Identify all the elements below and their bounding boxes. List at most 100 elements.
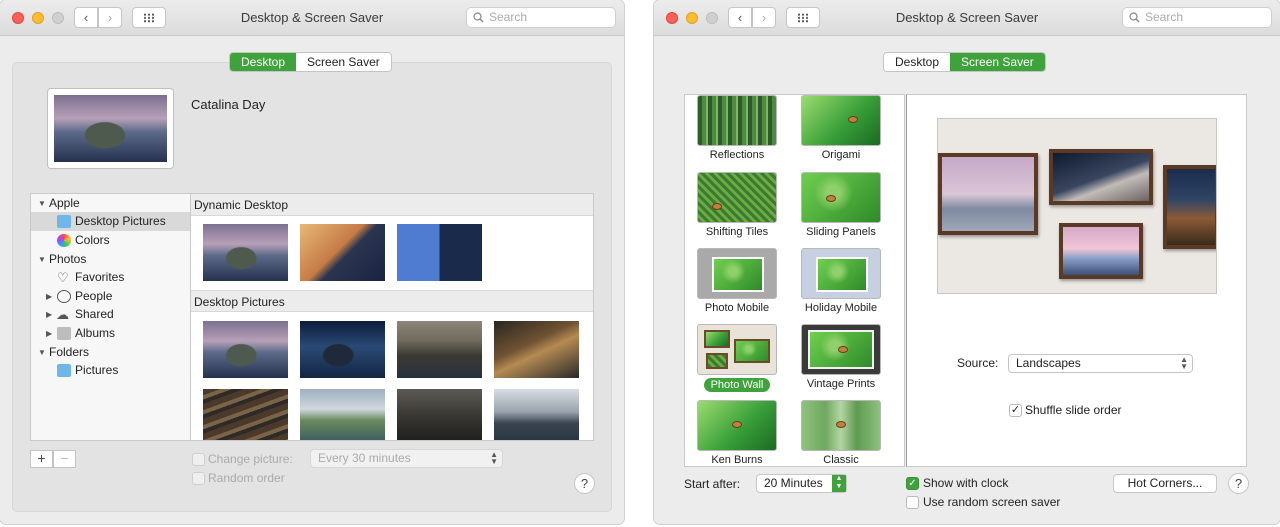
screen-saver-label: Sliding Panels bbox=[806, 226, 876, 238]
section-header: Desktop Pictures bbox=[191, 290, 593, 312]
help-button[interactable]: ? bbox=[1228, 473, 1249, 494]
screen-saver-thumbnail bbox=[697, 95, 777, 146]
start-after-popup[interactable]: 20 Minutes ▲ ▼ bbox=[756, 474, 847, 493]
screen-saver-origami[interactable]: Origami bbox=[800, 95, 882, 165]
up-down-arrows-icon: ▲ ▼ bbox=[1180, 355, 1188, 371]
random-order-checkbox[interactable] bbox=[192, 472, 205, 485]
wallpaper-thumbnail[interactable] bbox=[397, 224, 482, 281]
wallpaper-thumbnail[interactable] bbox=[494, 321, 579, 378]
screen-saver-ken-burns[interactable]: Ken Burns bbox=[696, 400, 778, 466]
sidebar-item-colors[interactable]: Colors bbox=[31, 231, 190, 250]
screen-saver-thumbnail bbox=[697, 248, 777, 299]
wallpaper-thumbnail[interactable] bbox=[300, 389, 385, 440]
screen-saver-label: Photo Wall bbox=[703, 378, 771, 392]
wallpaper-thumbnail[interactable] bbox=[494, 389, 579, 440]
screen-saver-classic[interactable]: Classic bbox=[800, 400, 882, 466]
wallpaper-thumbnail[interactable] bbox=[203, 389, 288, 440]
sidebar-item-label: Colors bbox=[75, 233, 110, 247]
search-input[interactable]: Search bbox=[1122, 7, 1272, 28]
wallpaper-thumbnail[interactable] bbox=[300, 321, 385, 378]
screen-saver-thumbnail bbox=[801, 172, 881, 223]
change-picture-checkbox[interactable] bbox=[192, 453, 205, 466]
source-popup[interactable]: Landscapes ▲ ▼ bbox=[1008, 354, 1193, 373]
remove-folder-button[interactable]: − bbox=[53, 450, 76, 468]
show-clock-checkbox[interactable]: ✓ bbox=[906, 477, 919, 490]
search-icon bbox=[473, 12, 484, 23]
screen-saver-photo-wall[interactable]: Photo Wall bbox=[696, 324, 778, 394]
wallpaper-thumbnail[interactable] bbox=[203, 224, 288, 281]
interval-popup[interactable]: Every 30 minutes ▲ ▼ bbox=[310, 449, 503, 468]
disclosure-right-icon[interactable]: ▶ bbox=[46, 324, 52, 343]
sidebar-item-label: Shared bbox=[75, 307, 114, 321]
sidebar-item-favorites[interactable]: ♡ Favorites bbox=[31, 268, 190, 287]
help-button[interactable]: ? bbox=[574, 473, 595, 494]
ladybug-icon bbox=[848, 116, 858, 123]
search-icon bbox=[1129, 12, 1140, 23]
screen-saver-reflections[interactable]: Reflections bbox=[696, 95, 778, 165]
desktop-preferences-window: ‹ › Desktop & Screen Saver Search Deskto… bbox=[0, 0, 624, 524]
disclosure-right-icon[interactable]: ▶ bbox=[46, 287, 52, 306]
screen-saver-holiday-mobile[interactable]: Holiday Mobile bbox=[800, 248, 882, 318]
section-header: Dynamic Desktop bbox=[191, 194, 593, 216]
screen-saver-vintage-prints[interactable]: Vintage Prints bbox=[800, 324, 882, 394]
add-folder-button[interactable]: + bbox=[30, 450, 53, 468]
disclosure-down-icon[interactable]: ▼ bbox=[38, 343, 46, 362]
screen-saver-shifting-tiles[interactable]: Shifting Tiles bbox=[696, 172, 778, 242]
search-input[interactable]: Search bbox=[466, 7, 616, 28]
hot-corners-button[interactable]: Hot Corners... bbox=[1113, 474, 1217, 493]
screen-saver-list: Reflections Origami Shifting Tiles Slidi… bbox=[684, 94, 905, 467]
disclosure-down-icon[interactable]: ▼ bbox=[38, 194, 46, 213]
change-picture-label: Change picture: bbox=[208, 452, 293, 466]
random-screen-saver-checkbox[interactable] bbox=[906, 496, 919, 509]
screen-saver-thumbnail bbox=[801, 95, 881, 146]
sidebar-item-albums[interactable]: ▶ Albums bbox=[31, 324, 190, 343]
wallpaper-thumbnail[interactable] bbox=[397, 389, 482, 440]
sidebar-item-desktop-pictures[interactable]: Desktop Pictures bbox=[31, 212, 190, 231]
folder-icon bbox=[57, 215, 71, 228]
source-sidebar: ▼ Apple Desktop Pictures Colors ▼ Photos… bbox=[30, 193, 191, 441]
title-bar: ‹ › Desktop & Screen Saver Search bbox=[654, 0, 1280, 36]
disclosure-down-icon[interactable]: ▼ bbox=[38, 250, 46, 269]
source-value: Landscapes bbox=[1016, 356, 1081, 370]
source-label: Source: bbox=[957, 356, 999, 370]
wallpaper-thumbnail[interactable] bbox=[397, 321, 482, 378]
search-placeholder: Search bbox=[489, 10, 528, 24]
tab-desktop[interactable]: Desktop bbox=[884, 53, 950, 71]
sidebar-item-label: Photos bbox=[49, 252, 87, 266]
interval-value: Every 30 minutes bbox=[318, 451, 411, 465]
sidebar-item-shared[interactable]: ▶ ☁ Shared bbox=[31, 305, 190, 324]
tab-screen-saver[interactable]: Screen Saver bbox=[950, 53, 1045, 71]
screen-saver-thumbnail bbox=[697, 400, 777, 451]
search-placeholder: Search bbox=[1145, 10, 1184, 24]
screen-saver-label: Photo Mobile bbox=[704, 302, 770, 314]
cloud-icon: ☁ bbox=[56, 307, 69, 322]
tab-bar: Desktop Screen Saver bbox=[229, 52, 392, 72]
screen-saver-label: Classic bbox=[823, 454, 859, 466]
screen-saver-thumbnail bbox=[697, 172, 777, 223]
screen-saver-label: Shifting Tiles bbox=[705, 226, 769, 238]
sidebar-group-photos[interactable]: ▼ Photos bbox=[31, 250, 190, 269]
ladybug-icon bbox=[838, 346, 848, 353]
disclosure-right-icon[interactable]: ▶ bbox=[46, 305, 52, 324]
screen-saver-photo-mobile[interactable]: Photo Mobile bbox=[696, 248, 778, 318]
ladybug-icon bbox=[732, 421, 742, 428]
start-after-value: 20 Minutes bbox=[764, 476, 823, 490]
random-order-label: Random order bbox=[208, 471, 285, 485]
wallpaper-thumbnail[interactable] bbox=[203, 321, 288, 378]
wallpaper-thumbnail[interactable] bbox=[300, 224, 385, 281]
screen-saver-label: Vintage Prints bbox=[806, 378, 876, 390]
shuffle-checkbox[interactable]: ✓ bbox=[1009, 404, 1022, 417]
screen-saver-sliding-panels[interactable]: Sliding Panels bbox=[800, 172, 882, 242]
sidebar-item-pictures[interactable]: Pictures bbox=[31, 361, 190, 380]
tab-screen-saver[interactable]: Screen Saver bbox=[296, 53, 391, 71]
up-down-arrows-icon: ▲ ▼ bbox=[490, 450, 498, 466]
person-icon bbox=[57, 290, 71, 303]
title-bar: ‹ › Desktop & Screen Saver Search bbox=[0, 0, 624, 36]
sidebar-group-folders[interactable]: ▼ Folders bbox=[31, 343, 190, 362]
screen-saver-label: Ken Burns bbox=[711, 454, 763, 466]
tab-desktop[interactable]: Desktop bbox=[230, 53, 297, 71]
screen-saver-thumbnail bbox=[801, 248, 881, 299]
sidebar-item-people[interactable]: ▶ People bbox=[31, 287, 190, 306]
sidebar-group-apple[interactable]: ▼ Apple bbox=[31, 194, 190, 213]
heart-icon: ♡ bbox=[57, 270, 69, 285]
